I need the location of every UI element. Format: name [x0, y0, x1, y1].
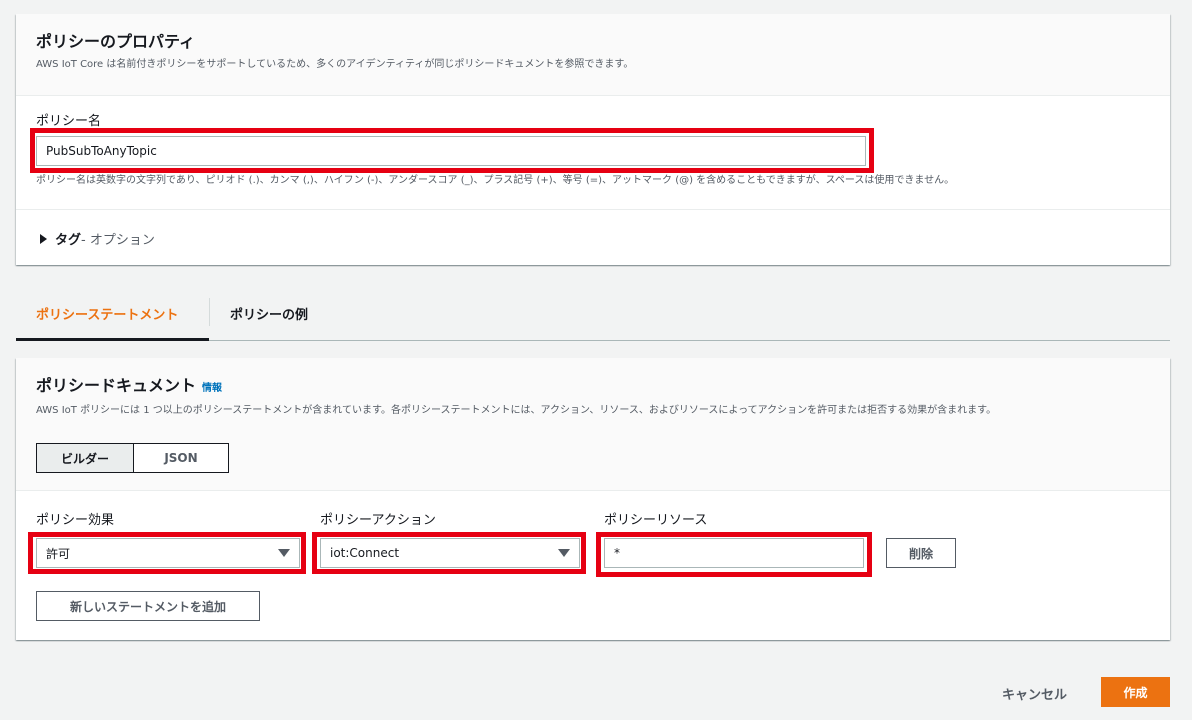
policy-properties-panel: ポリシーのプロパティ AWS IoT Core は名前付きポリシーをサポートして…: [16, 14, 1170, 265]
resource-label: ポリシーリソース: [604, 513, 708, 528]
tags-optional-label: - オプション: [81, 233, 155, 248]
resource-input[interactable]: *: [604, 538, 864, 568]
document-title: ポリシードキュメント: [36, 376, 197, 395]
document-title-row: ポリシードキュメント 情報: [36, 376, 1150, 399]
tags-toggle[interactable]: タグ - オプション: [40, 229, 155, 248]
dropdown-caret-icon: [278, 549, 290, 557]
cancel-button[interactable]: キャンセル: [1002, 684, 1067, 703]
effect-value: 許可: [46, 546, 71, 561]
caret-right-icon: [40, 233, 47, 244]
add-statement-button[interactable]: 新しいステートメントを追加: [36, 591, 260, 621]
action-value: iot:Connect: [330, 546, 400, 560]
tab-policy-statements[interactable]: ポリシーステートメント: [36, 304, 178, 323]
policy-name-hint: ポリシー名は英数字の文字列であり、ピリオド (.)、カンマ (,)、ハイフン (…: [36, 175, 955, 186]
policy-document-panel: ポリシードキュメント 情報 AWS IoT ポリシーには 1 つ以上のポリシーステ…: [16, 358, 1170, 640]
policy-name-label: ポリシー名: [36, 114, 102, 129]
tab-active-indicator: [16, 338, 209, 341]
effect-label: ポリシー効果: [36, 513, 115, 528]
tags-label: タグ: [55, 233, 82, 248]
mode-json-button[interactable]: JSON: [133, 443, 229, 473]
action-select[interactable]: iot:Connect: [320, 538, 580, 568]
action-label: ポリシーアクション: [320, 513, 436, 528]
dropdown-caret-icon: [558, 549, 570, 557]
tab-separator: [209, 298, 210, 326]
delete-button[interactable]: 削除: [886, 538, 956, 568]
info-link[interactable]: 情報: [202, 383, 222, 394]
document-description: AWS IoT ポリシーには 1 つ以上のポリシーステートメントが含まれています…: [36, 405, 997, 416]
mode-builder-button[interactable]: ビルダー: [36, 443, 134, 473]
tab-policy-examples[interactable]: ポリシーの例: [230, 304, 308, 323]
properties-divider: [16, 209, 1170, 210]
effect-select[interactable]: 許可: [36, 538, 300, 568]
properties-header: ポリシーのプロパティ AWS IoT Core は名前付きポリシーをサポートして…: [16, 14, 1170, 96]
policy-name-input[interactable]: PubSubToAnyTopic: [36, 136, 866, 166]
properties-title: ポリシーのプロパティ: [36, 32, 196, 51]
properties-description: AWS IoT Core は名前付きポリシーをサポートしているため、多くのアイデ…: [36, 59, 634, 70]
create-button[interactable]: 作成: [1101, 677, 1170, 707]
